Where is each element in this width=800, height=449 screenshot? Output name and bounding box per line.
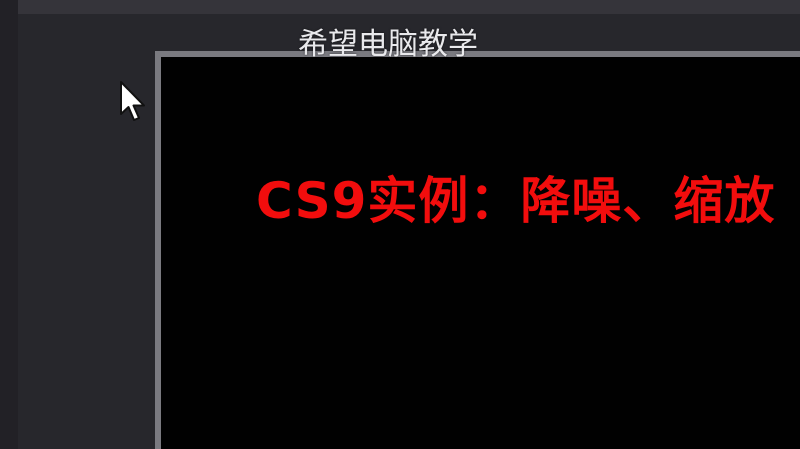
mouse-pointer-icon [120,81,145,121]
video-preview-frame[interactable]: CS9实例：降噪、缩放 [155,51,800,449]
window-top-band [0,0,800,14]
video-preview-screen[interactable]: CS9实例：降噪、缩放 [161,57,800,449]
slide-title: CS9实例：降噪、缩放 [256,172,776,230]
window-left-edge [0,0,18,449]
watermark-text: 希望电脑教学 [298,27,478,62]
